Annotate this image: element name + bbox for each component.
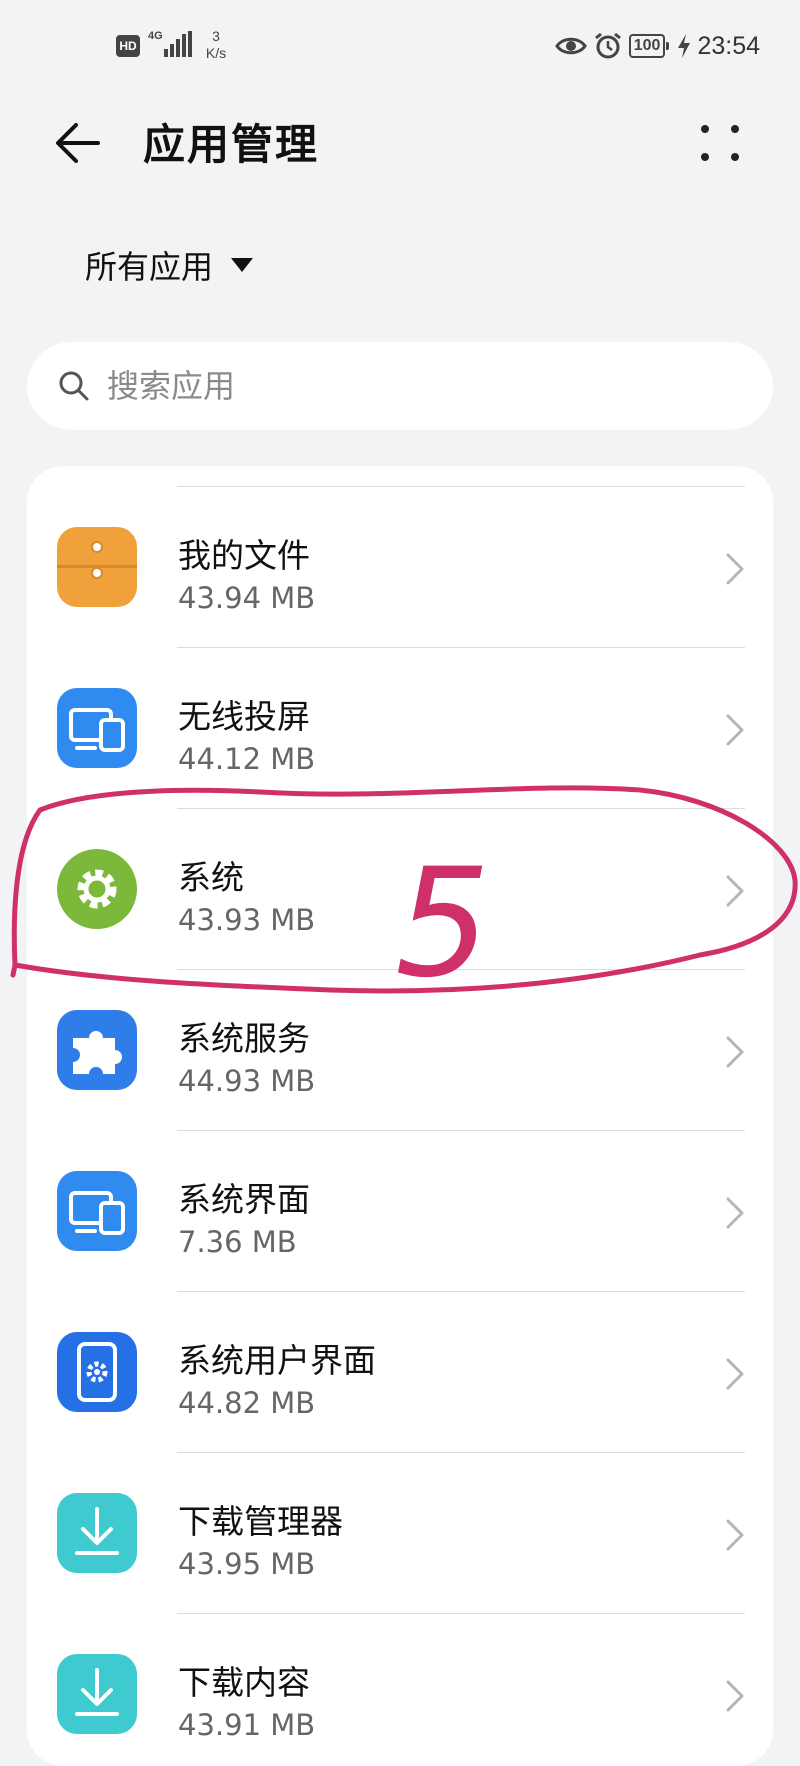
speed-value: 3 <box>212 28 220 44</box>
app-filter-dropdown[interactable]: 所有应用 <box>85 240 255 290</box>
page-title: 应用管理 <box>143 120 320 169</box>
app-name: 下载管理器 <box>178 1502 343 1541</box>
more-options-icon[interactable] <box>690 115 750 175</box>
app-name: 无线投屏 <box>178 697 310 736</box>
app-list-item[interactable]: 我的文件 43.94 MB <box>27 487 773 648</box>
back-arrow-icon[interactable] <box>50 113 110 173</box>
speed-unit: K/s <box>205 45 227 61</box>
charging-icon <box>678 34 691 58</box>
chevron-right-icon <box>726 714 744 746</box>
app-list-item[interactable]: 系统 43.93 MB <box>27 809 773 970</box>
app-size: 43.93 MB <box>178 903 316 937</box>
dropdown-triangle-icon <box>231 258 254 272</box>
app-list-item[interactable]: 系统服务 44.93 MB <box>27 970 773 1131</box>
phone-gear-icon <box>57 1332 137 1412</box>
app-list-item[interactable]: 无线投屏 44.12 MB <box>27 648 773 809</box>
network-speed: 3 K/s <box>198 28 234 62</box>
status-bar: HD 4G 3 K/s 100 23:54 <box>0 0 800 90</box>
search-icon <box>59 371 89 401</box>
puzzle-icon <box>57 1010 137 1090</box>
app-list-item[interactable]: 系统界面 7.36 MB <box>27 1131 773 1292</box>
app-name: 系统界面 <box>178 1180 310 1219</box>
gear-icon <box>57 849 137 929</box>
battery-indicator: 100 <box>628 34 670 58</box>
download-icon <box>57 1654 137 1734</box>
screen-cast-icon <box>57 1171 137 1251</box>
app-list-card: 我的文件 43.94 MB 无线投屏 44.12 MB 系统 43.93 MB 系统服务 44… <box>27 466 773 1766</box>
app-size: 44.93 MB <box>178 1064 316 1098</box>
clock: 23:54 <box>697 31 760 60</box>
chevron-right-icon <box>726 553 744 585</box>
search-input[interactable] <box>105 366 709 406</box>
hd-badge: HD <box>116 35 140 57</box>
chevron-right-icon <box>726 1519 744 1551</box>
chevron-right-icon <box>726 1197 744 1229</box>
app-size: 43.95 MB <box>178 1547 316 1581</box>
alarm-icon <box>594 32 621 59</box>
app-size: 44.12 MB <box>178 742 316 776</box>
chevron-right-icon <box>726 875 744 907</box>
app-size: 43.91 MB <box>178 1708 316 1742</box>
app-name: 系统用户界面 <box>178 1341 376 1380</box>
folder-icon <box>57 527 137 607</box>
app-list-item[interactable]: 下载内容 43.91 MB <box>27 1614 773 1766</box>
app-name: 系统服务 <box>178 1019 310 1058</box>
signal-icon <box>164 31 192 57</box>
app-name: 下载内容 <box>178 1663 310 1702</box>
app-name: 我的文件 <box>178 536 310 575</box>
annotation-loop-tail <box>10 962 18 978</box>
status-right: 100 23:54 <box>554 30 760 62</box>
app-size: 44.82 MB <box>178 1386 316 1420</box>
screen-cast-icon <box>57 688 137 768</box>
app-bar: 应用管理 <box>0 95 800 185</box>
filter-label: 所有应用 <box>85 248 214 286</box>
app-name: 系统 <box>178 858 244 897</box>
network-type: 4G <box>148 30 163 42</box>
chevron-right-icon <box>726 1036 744 1068</box>
chevron-right-icon <box>726 1358 744 1390</box>
search-bar[interactable] <box>27 342 773 430</box>
app-size: 7.36 MB <box>178 1225 297 1259</box>
app-size: 43.94 MB <box>178 581 316 615</box>
app-list: 我的文件 43.94 MB 无线投屏 44.12 MB 系统 43.93 MB 系统服务 44… <box>27 487 773 1766</box>
download-icon <box>57 1493 137 1573</box>
chevron-right-icon <box>726 1680 744 1712</box>
app-list-item[interactable]: 系统用户界面 44.82 MB <box>27 1292 773 1453</box>
eye-icon <box>554 37 587 55</box>
app-list-item[interactable]: 下载管理器 43.95 MB <box>27 1453 773 1614</box>
